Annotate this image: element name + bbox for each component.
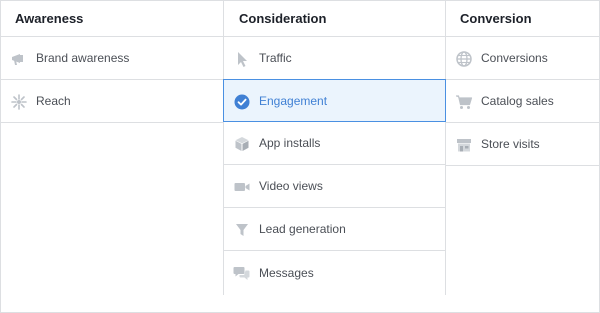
video-camera-icon [233,178,251,196]
column-header-consideration: Consideration [224,1,445,37]
funnel-icon [233,221,251,239]
option-brand-awareness[interactable]: Brand awareness [1,37,223,80]
option-label: Video views [259,179,323,193]
option-store-visits[interactable]: Store visits [446,123,600,166]
cursor-icon [233,50,251,68]
option-messages[interactable]: Messages [224,251,445,294]
option-label: Messages [259,265,314,280]
shopping-cart-icon [455,93,473,111]
option-label: Reach [36,94,71,108]
objective-picker: Awareness Brand awareness Reach Consider… [0,0,600,313]
option-lead-generation[interactable]: Lead generation [224,208,445,251]
option-catalog-sales[interactable]: Catalog sales [446,80,600,123]
globe-icon [455,50,473,68]
column-header-awareness: Awareness [1,1,223,37]
column-header-conversion: Conversion [446,1,600,37]
option-label: Traffic [259,51,292,65]
option-label: Lead generation [259,222,346,236]
reach-icon [10,93,28,111]
megaphone-icon [10,50,28,68]
option-label: Catalog sales [481,94,554,108]
option-label: Conversions [481,51,548,65]
option-app-installs[interactable]: App installs [224,122,445,165]
option-label: Engagement [259,93,328,108]
column-consideration: Consideration Traffic Engagement App ins… [223,1,446,295]
store-icon [455,136,473,154]
option-label: Store visits [481,137,540,151]
option-traffic[interactable]: Traffic [224,37,445,80]
column-conversion: Conversion Conversions Catalog sales Sto… [446,1,600,312]
chat-bubbles-icon [233,264,251,282]
option-label: App installs [259,136,321,150]
box-icon [233,135,251,153]
check-circle-icon [233,93,251,111]
option-engagement[interactable]: Engagement [223,79,446,122]
option-video-views[interactable]: Video views [224,165,445,208]
column-awareness: Awareness Brand awareness Reach [1,1,223,312]
option-conversions[interactable]: Conversions [446,37,600,80]
option-label: Brand awareness [36,51,130,65]
option-reach[interactable]: Reach [1,80,223,123]
